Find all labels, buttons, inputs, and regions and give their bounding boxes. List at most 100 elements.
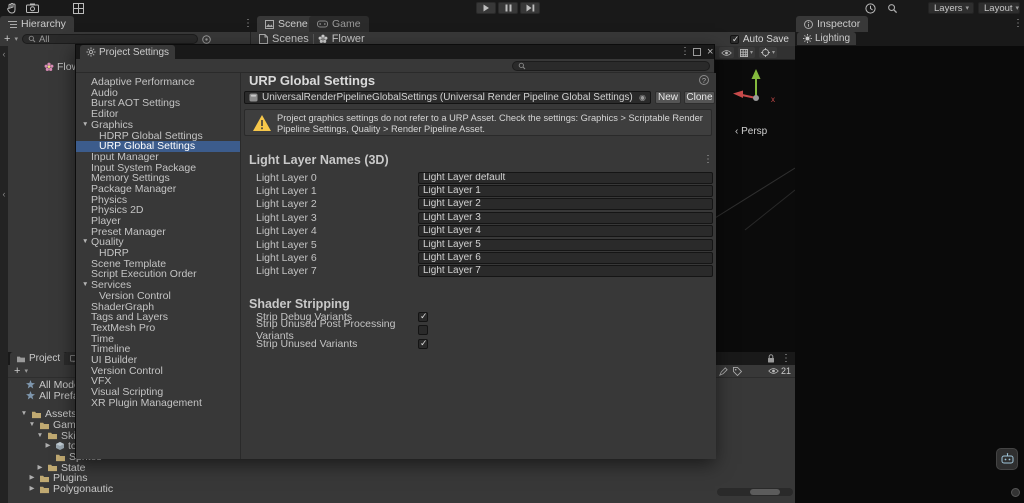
add-object-button[interactable]: + [4,33,10,45]
light-layer-input[interactable]: Light Layer 2 [418,198,713,210]
project-tree-item[interactable]: ▶ Plugins [8,473,248,484]
tab-hierarchy[interactable]: Hierarchy [0,16,74,32]
scene-orientation-gizmo[interactable]: x [729,62,783,116]
light-layer-input[interactable]: Light Layer 7 [418,265,713,277]
lighting-icon [803,34,812,43]
maximize-button[interactable] [693,48,701,56]
tab-project[interactable]: Project [10,352,66,365]
foldout-icon[interactable]: ▶ [28,473,36,483]
settings-category[interactable]: XR Plugin Management [76,398,240,409]
foldout-icon[interactable]: ▶ [44,441,52,451]
scene-gizmos-button[interactable]: ▾ [759,47,777,58]
foldout-icon[interactable]: ▼ [82,237,91,248]
visibility-count[interactable]: 21 [768,366,791,376]
settings-category[interactable]: Version Control [76,291,240,302]
foldout-icon[interactable]: ▶ [28,484,36,494]
undo-history-button[interactable] [862,2,878,14]
shader-option-checkbox[interactable] [418,339,428,349]
play-button[interactable] [476,2,496,14]
scrollbar-handle[interactable] [750,489,780,495]
auto-save-checkbox[interactable] [730,35,739,44]
settings-category[interactable]: ▼Graphics [76,120,240,131]
help-icon[interactable]: ? [699,75,709,85]
hierarchy-menu-button[interactable]: ⋮ [243,19,253,29]
scene-grid-lines [715,150,795,250]
light-layer-list: Light Layer 0 Light Layer default Light … [241,171,716,278]
light-layer-input[interactable]: Light Layer 5 [418,239,713,251]
light-layer-input[interactable]: Light Layer 3 [418,212,713,224]
shader-option-checkbox[interactable] [418,312,428,322]
foldout-icon[interactable]: ▼ [82,120,91,131]
create-asset-button[interactable]: + [14,365,20,377]
tab-label: Hierarchy [21,18,66,30]
settings-category[interactable]: TextMesh Pro [76,323,240,334]
light-layer-input[interactable]: Light Layer 4 [418,225,713,237]
tab-inspector[interactable]: Inspector [796,16,868,32]
chevron-down-icon: ▾ [1016,4,1020,12]
settings-category[interactable]: Input Manager [76,152,240,163]
scene-visibility-icon[interactable] [202,35,211,44]
close-button[interactable]: × [707,46,713,58]
tab-scene[interactable]: Scene [257,16,316,32]
project-menu-button[interactable]: ⋮ [781,354,791,364]
foldout-icon[interactable]: ▼ [36,431,44,441]
foldout-icon[interactable]: ▼ [20,409,28,419]
window-menu-button[interactable]: ⋮ [680,47,690,57]
assistant-button[interactable] [996,448,1018,470]
status-dot[interactable] [1011,488,1020,497]
foldout-icon[interactable]: ▶ [36,463,44,473]
project-tree-item[interactable]: ▶ State [8,462,248,473]
folder-icon [39,421,50,430]
light-layer-input[interactable]: Light Layer default [418,172,713,184]
section-menu-button[interactable]: ⋮ [703,155,713,165]
scene-view[interactable]: ▾ ▾ x ‹ Persp [715,46,795,352]
shader-option-checkbox[interactable] [418,325,428,335]
scene-grid-button[interactable]: ▾ [738,47,755,58]
create-asset-dropdown-icon[interactable]: ▾ [24,367,28,375]
collapse-panel-button[interactable]: ‹ [0,48,8,60]
axis-x-label[interactable]: x [771,95,775,104]
light-layer-value: Light Layer 3 [423,213,481,223]
foldout-icon[interactable]: ▼ [82,280,91,291]
add-object-dropdown-icon[interactable]: ▾ [14,35,18,43]
inspector-menu-button[interactable]: ⋮ [1013,19,1023,29]
light-layer-row: Light Layer 3 Light Layer 3 [241,211,716,224]
object-picker-icon[interactable]: ◉ [639,93,646,102]
project-tree-item[interactable]: ▶ Polygonautic [8,484,248,495]
tag-icon[interactable] [733,367,742,376]
tab-project-settings[interactable]: Project Settings [80,45,175,59]
paint-icon[interactable] [719,367,728,376]
settings-category-label: XR Plugin Management [91,398,202,409]
pan-tool-button[interactable] [4,2,20,14]
foldout-icon[interactable]: ▼ [28,420,36,430]
pause-button[interactable] [498,2,518,14]
hierarchy-item[interactable]: Flower [8,60,75,73]
flower-icon [44,62,54,72]
persp-toggle[interactable]: ‹ Persp [735,126,767,137]
clone-button[interactable]: Clone [684,91,715,104]
scene-visibility-button[interactable] [719,47,734,58]
settings-category[interactable]: Package Manager [76,184,240,195]
tab-lighting[interactable]: Lighting [797,32,856,45]
new-button[interactable]: New [655,91,681,104]
search-everything-button[interactable] [884,2,900,14]
settings-search-input[interactable] [512,61,710,71]
light-layer-value: Light Layer default [423,173,505,183]
lock-icon[interactable] [767,354,775,363]
layout-dropdown[interactable]: Layout▾ [978,2,1020,14]
settings-category[interactable]: UI Builder [76,355,240,366]
step-button[interactable] [520,2,540,14]
light-layer-input[interactable]: Light Layer 1 [418,185,713,197]
auto-save-toggle[interactable]: Auto Save [730,34,789,45]
camera-tool-button[interactable] [24,2,40,14]
chat-bot-icon [1001,453,1014,465]
collapse-panel-button[interactable]: ‹ [0,188,8,200]
layers-dropdown[interactable]: Layers▾ [928,2,974,14]
light-layer-input[interactable]: Light Layer 6 [418,252,713,264]
hierarchy-search-input[interactable]: All [22,34,198,44]
tab-game[interactable]: Game [309,16,369,32]
global-settings-object-field[interactable]: UniversalRenderPipelineGlobalSettings (U… [244,91,651,104]
grid-tool-button[interactable] [70,2,86,14]
horizontal-scrollbar[interactable] [717,488,793,496]
project-settings-titlebar[interactable]: Project Settings ⋮ × [76,45,714,59]
